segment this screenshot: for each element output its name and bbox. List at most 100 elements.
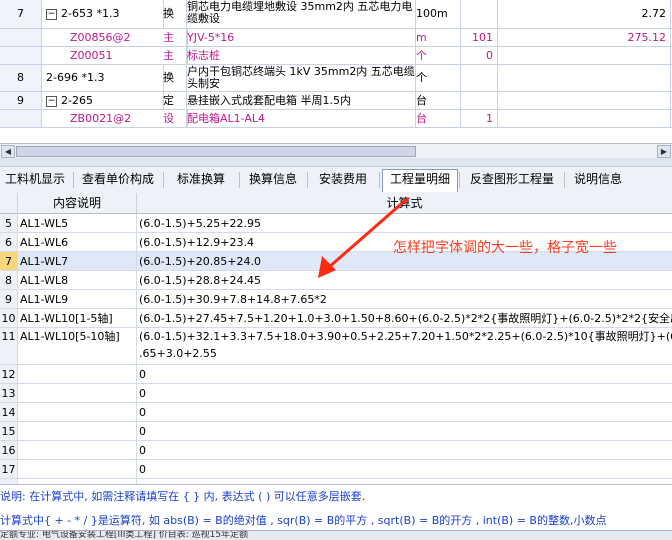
item-code[interactable]: −2-265 (42, 92, 164, 109)
item-quantity[interactable] (458, 65, 498, 91)
item-type[interactable]: 换 (160, 65, 187, 91)
item-unit[interactable]: 台 (413, 110, 461, 127)
detail-row[interactable]: 10 AL1-WL10[1-5轴] (6.0-1.5)+27.45+7.5+1.20… (0, 309, 672, 328)
item-quantity[interactable] (458, 0, 498, 28)
item-unit[interactable]: 个 (413, 65, 461, 91)
item-quantity[interactable] (458, 92, 498, 109)
scrollbar-thumb[interactable] (16, 146, 416, 157)
detail-formula-cell[interactable]: (6.0-1.5)+27.45+7.5+1.20+1.0+3.0+1.50+8.… (137, 309, 672, 327)
item-price[interactable]: 275.12 (499, 29, 671, 46)
row-number[interactable] (0, 47, 42, 64)
detail-row-number[interactable]: 11 (0, 328, 18, 364)
detail-desc-cell[interactable]: AL1-WL5 (18, 214, 137, 232)
detail-row[interactable]: 11 AL1-WL10[5-10轴] (6.0-1.5)+32.1+3.3+7.5+… (0, 328, 672, 365)
item-price[interactable] (499, 47, 671, 64)
budget-row[interactable]: 8 2-696 *1.3 换户内干包铜芯终端头 1kV 35mm2内 五芯电缆头制安… (0, 65, 672, 92)
detail-desc-cell[interactable]: AL1-WL7 (18, 252, 137, 270)
item-type[interactable]: 换 (160, 0, 187, 28)
item-unit[interactable]: 个 (413, 47, 461, 64)
detail-desc-cell[interactable] (18, 460, 137, 478)
detail-formula-cell[interactable]: 0 (137, 403, 672, 421)
tab-2[interactable]: 标准换算 (166, 170, 236, 189)
detail-formula-cell[interactable]: (6.0-1.5)+30.9+7.8+14.8+7.65*2 (137, 290, 672, 308)
detail-row[interactable]: 17 0 (0, 460, 672, 479)
item-unit[interactable]: 100m (413, 0, 461, 28)
detail-row-number[interactable]: 16 (0, 441, 18, 459)
item-price[interactable] (499, 65, 671, 91)
detail-formula-cell[interactable]: 0 (137, 384, 672, 402)
detail-row-number[interactable]: 15 (0, 422, 18, 440)
detail-row-number[interactable]: 14 (0, 403, 18, 421)
column-header-desc[interactable]: 内容说明 (18, 193, 137, 214)
item-code[interactable]: −2-653 *1.3 (42, 0, 164, 28)
item-name[interactable]: 户内干包铜芯终端头 1kV 35mm2内 五芯电缆头制安 (184, 65, 416, 91)
item-name[interactable]: 铜芯电力电缆埋地敷设 35mm2内 五芯电力电缆敷设 (184, 0, 416, 28)
detail-row-number[interactable]: 13 (0, 384, 18, 402)
item-price[interactable] (499, 110, 671, 127)
detail-desc-cell[interactable]: AL1-WL6 (18, 233, 137, 251)
item-quantity[interactable]: 101 (458, 29, 498, 46)
detail-row-number[interactable]: 17 (0, 460, 18, 478)
budget-row[interactable]: Z00856@2 主 YJV-5*16 m 101 275.12 (0, 29, 672, 47)
budget-row[interactable]: ZB0021@2 设配电箱AL1-AL4 台 1 (0, 110, 672, 128)
detail-row[interactable]: 9 AL1-WL9 (6.0-1.5)+30.9+7.8+14.8+7.65*2 (0, 290, 672, 309)
detail-formula-cell[interactable]: (6.0-1.5)+32.1+3.3+7.5+18.0+3.90+0.5+2.2… (137, 328, 672, 364)
detail-row-number[interactable]: 7 (0, 252, 18, 270)
item-price[interactable]: 2.72 (499, 0, 671, 28)
detail-desc-cell[interactable] (18, 441, 137, 459)
row-number[interactable]: 8 (0, 65, 42, 91)
detail-row[interactable]: 14 0 (0, 403, 672, 422)
detail-row[interactable]: 15 0 (0, 422, 672, 441)
item-type[interactable]: 定 (160, 92, 187, 109)
detail-desc-cell[interactable]: AL1-WL10[1-5轴] (18, 309, 137, 327)
detail-formula-cell[interactable]: 0 (137, 441, 672, 459)
detail-desc-cell[interactable]: AL1-WL10[5-10轴] (18, 328, 137, 364)
row-number[interactable] (0, 110, 42, 127)
item-name[interactable]: 配电箱AL1-AL4 (184, 110, 416, 127)
detail-desc-cell[interactable] (18, 422, 137, 440)
row-number[interactable] (0, 29, 42, 46)
item-name[interactable]: 悬挂嵌入式成套配电箱 半周1.5内 (184, 92, 416, 109)
splitter-bar[interactable] (0, 158, 672, 166)
item-quantity[interactable]: 0 (458, 47, 498, 64)
budget-row[interactable]: 7−2-653 *1.3 换铜芯电力电缆埋地敷设 35mm2内 五芯电力电缆敷设 1… (0, 0, 672, 29)
detail-row-number[interactable]: 9 (0, 290, 18, 308)
tab-0[interactable]: 工料机显示 (0, 170, 70, 189)
item-type[interactable]: 主 (160, 29, 187, 46)
row-number[interactable]: 7 (0, 0, 42, 28)
detail-desc-cell[interactable] (18, 384, 137, 402)
item-name[interactable]: 标志桩 (184, 47, 416, 64)
detail-desc-cell[interactable]: AL1-WL9 (18, 290, 137, 308)
item-type[interactable]: 主 (160, 47, 187, 64)
tab-4[interactable]: 安装费用 (310, 170, 376, 189)
tab-6[interactable]: 反查图形工程量 (463, 170, 561, 189)
tab-5[interactable]: 工程量明细 (382, 169, 458, 192)
detail-row[interactable]: 12 0 (0, 365, 672, 384)
detail-row-number[interactable]: 5 (0, 214, 18, 232)
item-price[interactable] (499, 92, 671, 109)
item-code[interactable]: 2-696 *1.3 (42, 65, 164, 91)
tab-1[interactable]: 查看单价构成 (76, 170, 160, 189)
item-unit[interactable]: m (413, 29, 461, 46)
tab-7[interactable]: 说明信息 (567, 170, 629, 189)
item-unit[interactable]: 台 (413, 92, 461, 109)
row-number[interactable]: 9 (0, 92, 42, 109)
detail-formula-cell[interactable]: 0 (137, 365, 672, 383)
collapse-toggle-icon[interactable]: − (46, 8, 57, 20)
detail-desc-cell[interactable] (18, 403, 137, 421)
detail-desc-cell[interactable]: AL1-WL8 (18, 271, 137, 289)
detail-row[interactable]: 16 0 (0, 441, 672, 460)
detail-formula-cell[interactable]: 0 (137, 460, 672, 478)
detail-row-number[interactable]: 12 (0, 365, 18, 383)
budget-row[interactable]: 9−2-265 定悬挂嵌入式成套配电箱 半周1.5内台 (0, 92, 672, 110)
tab-3[interactable]: 换算信息 (242, 170, 304, 189)
detail-row-number[interactable]: 6 (0, 233, 18, 251)
detail-row[interactable]: 13 0 (0, 384, 672, 403)
item-quantity[interactable]: 1 (458, 110, 498, 127)
scroll-right-arrow-icon[interactable]: ▶ (657, 145, 671, 158)
item-name[interactable]: YJV-5*16 (184, 29, 416, 46)
detail-formula-cell[interactable]: 0 (137, 422, 672, 440)
collapse-toggle-icon[interactable]: − (46, 95, 57, 107)
budget-row[interactable]: Z00051 主标志桩个 0 (0, 47, 672, 65)
detail-desc-cell[interactable] (18, 365, 137, 383)
